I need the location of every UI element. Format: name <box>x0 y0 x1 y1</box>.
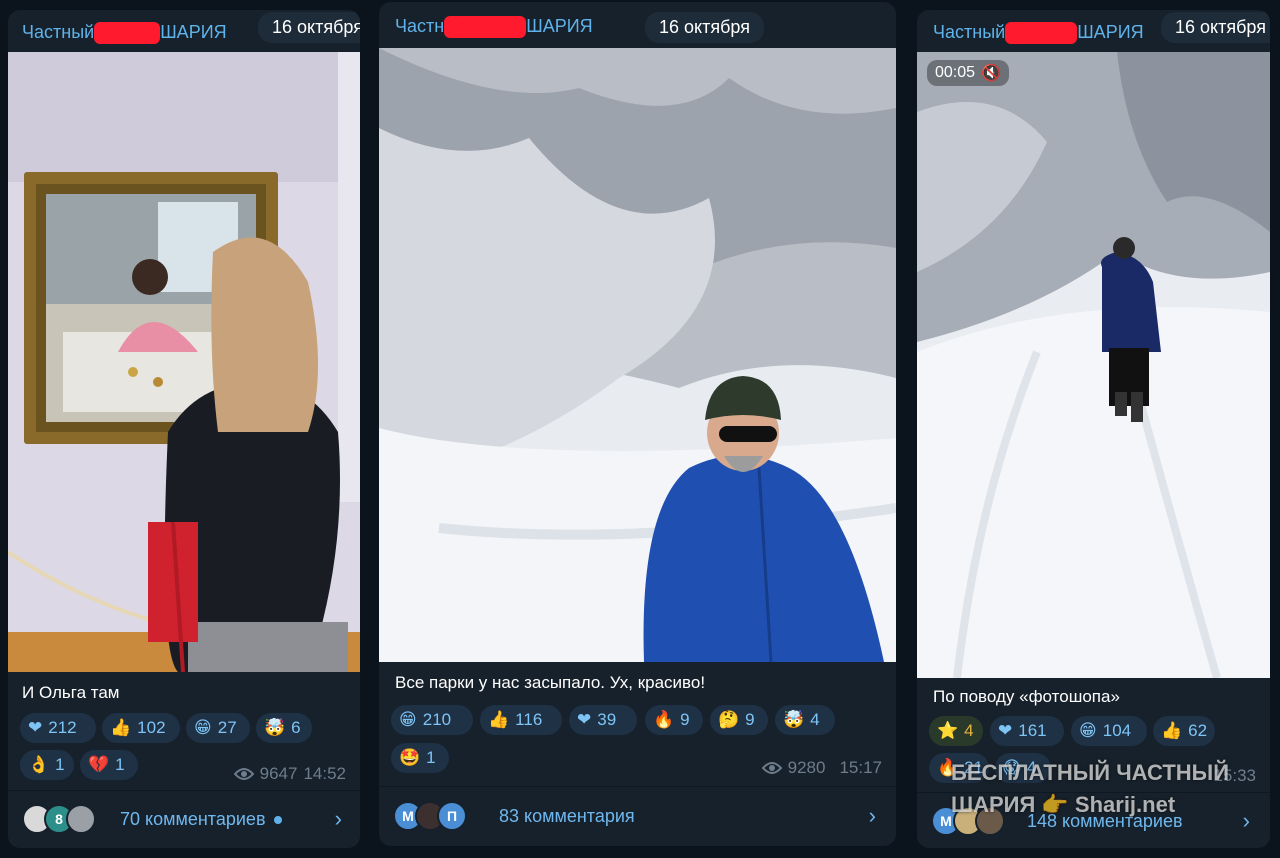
watermark: ШАРИЯ 👉 Sharij.net <box>951 792 1176 817</box>
chevron-right-icon: › <box>334 806 342 831</box>
reaction-star[interactable]: ⭐ 4 <box>929 716 983 746</box>
post-time: 15:17 <box>839 758 882 777</box>
reaction-thinking[interactable]: 🤔 9 <box>710 705 768 735</box>
reaction-grin[interactable]: 😁 27 <box>186 713 250 743</box>
date-badge: 16 октября <box>1161 12 1270 43</box>
thinking-icon: 🤔 <box>718 710 740 730</box>
reaction-thumbs-up[interactable]: 👍 102 <box>102 713 180 743</box>
thumbs-up-icon: 👍 <box>1161 721 1183 741</box>
reaction-star-struck[interactable]: 🤩 1 <box>391 743 449 773</box>
reaction-thumbs-up[interactable]: 👍 62 <box>1153 716 1215 746</box>
comments-count: 70 комментариев <box>120 809 282 830</box>
chevron-right-icon: › <box>1242 808 1250 833</box>
channel-name[interactable]: Частный ШАРИЯ <box>933 22 1144 45</box>
star-struck-icon: 🤩 <box>399 748 421 768</box>
comments-button[interactable]: 8 70 комментариев › <box>8 791 360 847</box>
grin-icon: 😁 <box>194 718 212 738</box>
post-header: Частный ШАРИЯ 16 октября <box>917 10 1270 54</box>
post-header: Частный ШАРИЯ 16 октября <box>8 10 360 54</box>
post-card-3: Частный ШАРИЯ 16 октября 00:05 🔇 По повод… <box>917 10 1270 848</box>
views-count: 9280 <box>787 758 826 777</box>
reaction-fire[interactable]: 🔥 9 <box>645 705 703 735</box>
thumbs-up-icon: 👍 <box>488 710 510 730</box>
reaction-broken-heart[interactable]: 💔 1 <box>80 750 138 780</box>
commenter-avatars: М П <box>393 801 467 831</box>
reaction-heart[interactable]: ❤ 212 <box>20 713 96 743</box>
post-caption: Все парки у нас засыпало. Ух, красиво! <box>395 673 706 692</box>
ok-hand-icon: 👌 <box>28 755 50 775</box>
channel-name[interactable]: Частн ШАРИЯ <box>395 16 593 39</box>
watermark: БЕСПЛАТНЫЙ ЧАСТНЫЙ <box>951 760 1230 785</box>
comments-button[interactable]: М П 83 комментария › <box>379 788 896 844</box>
post-photo[interactable] <box>379 48 896 662</box>
post-header: Частн ШАРИЯ 16 октября <box>379 2 896 46</box>
snow-park-photo <box>379 48 896 662</box>
channel-name[interactable]: Частный ШАРИЯ <box>22 22 227 45</box>
broken-heart-icon: 💔 <box>88 755 110 775</box>
grin-icon: 😁 <box>399 710 417 730</box>
redaction-mark <box>444 16 527 39</box>
museum-photo <box>8 52 360 672</box>
reaction-grin[interactable]: 😁 210 <box>391 705 473 735</box>
reaction-thumbs-up[interactable]: 👍 116 <box>480 705 562 735</box>
reaction-heart[interactable]: ❤ 161 <box>990 716 1064 746</box>
redaction-mark <box>1005 22 1078 45</box>
date-badge: 16 октября <box>645 12 764 43</box>
post-photo[interactable] <box>8 52 360 672</box>
mute-icon[interactable]: 🔇 <box>981 63 1001 83</box>
video-duration: 00:05 🔇 <box>927 60 1009 86</box>
post-card-1: Частный ШАРИЯ 16 октября И Ольга там ❤ 2… <box>8 10 360 848</box>
avatar: П <box>437 801 467 831</box>
divider <box>379 786 896 787</box>
views-count: 9647 <box>259 764 298 783</box>
exploding-head-icon: 🤯 <box>783 710 805 730</box>
post-meta: 9280 15:17 <box>761 758 882 778</box>
unread-dot <box>273 815 282 824</box>
post-time: 14:52 <box>303 764 346 783</box>
post-video[interactable]: 00:05 🔇 <box>917 52 1270 678</box>
reaction-exploding-head[interactable]: 🤯 6 <box>256 713 312 743</box>
comments-count: 83 комментария <box>499 805 635 826</box>
heart-icon: ❤ <box>998 721 1013 741</box>
avatar <box>66 804 96 834</box>
chevron-right-icon: › <box>868 803 876 828</box>
reaction-exploding-head[interactable]: 🤯 4 <box>775 705 835 735</box>
views-icon <box>761 762 782 774</box>
post-card-2: Частн ШАРИЯ 16 октября Все парки у нас за… <box>379 2 896 846</box>
snow-trail-video <box>917 52 1270 678</box>
heart-icon: ❤ <box>28 718 43 738</box>
reaction-heart[interactable]: ❤ 39 <box>569 705 637 735</box>
fire-icon: 🔥 <box>653 710 675 730</box>
thumbs-up-icon: 👍 <box>110 718 132 738</box>
views-icon <box>233 768 254 780</box>
post-caption: И Ольга там <box>22 683 120 702</box>
exploding-head-icon: 🤯 <box>264 718 286 738</box>
star-icon: ⭐ <box>937 721 959 741</box>
grin-icon: 😁 <box>1079 721 1097 741</box>
post-caption: По поводу «фотошопа» <box>933 687 1120 706</box>
date-badge: 16 октября <box>258 12 360 43</box>
heart-icon: ❤ <box>577 710 592 730</box>
post-meta: 9647 14:52 <box>233 764 346 784</box>
reaction-ok-hand[interactable]: 👌 1 <box>20 750 74 780</box>
reaction-grin[interactable]: 😁 104 <box>1071 716 1147 746</box>
commenter-avatars: 8 <box>22 804 96 834</box>
redaction-mark <box>94 22 161 45</box>
